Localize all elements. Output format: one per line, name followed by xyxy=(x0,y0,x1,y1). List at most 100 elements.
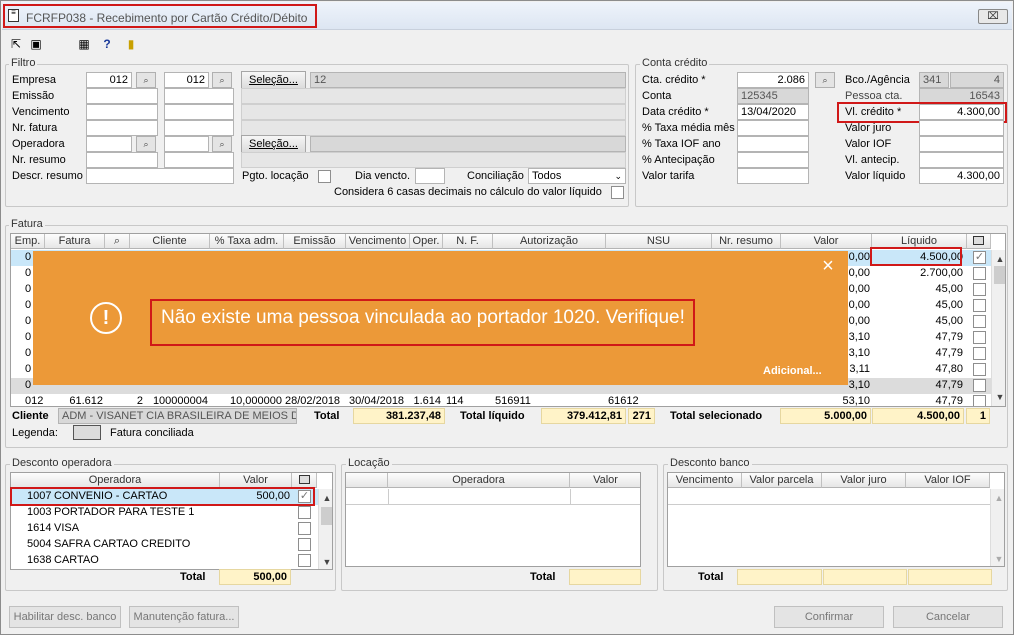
valor-juro-input[interactable] xyxy=(919,120,1004,136)
selecao-empresa-button[interactable]: Seleção... xyxy=(241,71,306,89)
col-nf[interactable]: N. F. xyxy=(443,234,493,249)
row-6-checkbox[interactable] xyxy=(973,331,986,344)
scroll-up-icon[interactable]: ▲ xyxy=(319,491,332,505)
operadora-scrollbar[interactable]: ▲ ▼ xyxy=(318,489,332,569)
row-9-checkbox[interactable] xyxy=(973,379,986,392)
row-3-checkbox[interactable] xyxy=(973,283,986,296)
col-oper[interactable]: Oper. xyxy=(410,234,443,249)
op-row-3-checkbox[interactable] xyxy=(298,522,311,535)
fatura-scrollbar[interactable]: ▲ ▼ xyxy=(991,250,1005,406)
nr-resumo-from-input[interactable] xyxy=(86,152,158,168)
legenda-label: Legenda: xyxy=(12,427,58,439)
confirmar-button[interactable]: Confirmar xyxy=(774,606,884,628)
col-operadora[interactable]: Operadora xyxy=(11,473,220,488)
banco-scrollbar[interactable]: ▲ ▼ xyxy=(990,489,1004,566)
help-icon[interactable]: ? xyxy=(100,37,114,51)
toast-close-icon[interactable]: × xyxy=(818,256,838,276)
windows-icon[interactable]: ▣ xyxy=(29,37,43,51)
col-select-all[interactable] xyxy=(967,234,991,249)
row-7-checkbox[interactable] xyxy=(973,347,986,360)
dia-vencto-input[interactable] xyxy=(415,168,445,184)
selecao-operadora-button[interactable]: Seleção... xyxy=(241,135,306,153)
col-valor-parcela[interactable]: Valor parcela xyxy=(742,473,822,488)
window-close-button[interactable]: ⌧ xyxy=(978,9,1008,24)
nr-resumo-to-input[interactable] xyxy=(164,152,234,168)
emissao-to-input[interactable] xyxy=(164,88,234,104)
empresa-to-lookup-button[interactable]: ⌕ xyxy=(212,72,232,88)
row-1-checkbox[interactable]: ✓ xyxy=(973,251,986,264)
col-emissao[interactable]: Emissão xyxy=(284,234,346,249)
operadora-from-lookup-button[interactable]: ⌕ xyxy=(136,136,156,152)
conciliacao-select[interactable]: Todos ⌄ xyxy=(528,168,626,184)
empresa-from-input[interactable]: 012 xyxy=(86,72,132,88)
scroll-down-icon[interactable]: ▼ xyxy=(319,555,332,569)
col-emp[interactable]: Emp. xyxy=(11,234,45,249)
col-select-all[interactable] xyxy=(292,473,317,488)
col-valor-juro[interactable]: Valor juro xyxy=(822,473,906,488)
row-4-checkbox[interactable] xyxy=(973,299,986,312)
col-vencimento[interactable]: Vencimento xyxy=(346,234,410,249)
valor-liquido-input[interactable]: 4.300,00 xyxy=(919,168,1004,184)
manutencao-fatura-button[interactable]: Manutenção fatura... xyxy=(129,606,239,628)
col-seq[interactable]: ⌕ xyxy=(105,234,130,249)
col-fatura[interactable]: Fatura xyxy=(45,234,105,249)
scroll-down-icon[interactable]: ▼ xyxy=(992,390,1005,404)
col-taxa-adm[interactable]: % Taxa adm. xyxy=(210,234,284,249)
valor-liquido-label: Valor líquido xyxy=(845,170,906,182)
row-5-checkbox[interactable] xyxy=(973,315,986,328)
antecipacao-input[interactable] xyxy=(737,152,809,168)
op-row-4-checkbox[interactable] xyxy=(298,538,311,551)
col-vencimento[interactable]: Vencimento xyxy=(668,473,742,488)
scroll-up-icon[interactable]: ▲ xyxy=(991,491,1004,505)
descr-resumo-input[interactable] xyxy=(86,168,234,184)
operadora-to-input[interactable] xyxy=(164,136,209,152)
row-8-checkbox[interactable] xyxy=(973,363,986,376)
considera-decimais-checkbox[interactable] xyxy=(611,186,624,199)
cancelar-button[interactable]: Cancelar xyxy=(893,606,1003,628)
operadora-from-input[interactable] xyxy=(86,136,132,152)
col-valor-iof[interactable]: Valor IOF xyxy=(906,473,990,488)
op-row-2-checkbox[interactable] xyxy=(298,506,311,519)
operadora-to-lookup-button[interactable]: ⌕ xyxy=(212,136,232,152)
col-nr-resumo[interactable]: Nr. resumo xyxy=(712,234,781,249)
vl-antecip-input[interactable] xyxy=(919,152,1004,168)
banco-empty-row[interactable] xyxy=(668,489,990,505)
cta-credito-lookup-button[interactable]: ⌕ xyxy=(815,72,835,88)
locacao-empty-row[interactable] xyxy=(346,489,640,505)
exit-door-icon[interactable]: ▮ xyxy=(124,37,138,51)
nr-fatura-from-input[interactable] xyxy=(86,120,158,136)
valor-tarifa-input[interactable] xyxy=(737,168,809,184)
col-valor[interactable]: Valor xyxy=(570,473,640,488)
vencimento-from-input[interactable] xyxy=(86,104,158,120)
emissao-from-input[interactable] xyxy=(86,88,158,104)
calendar-icon[interactable]: ▦ xyxy=(77,37,91,51)
valor-iof-input[interactable] xyxy=(919,136,1004,152)
row-10-checkbox[interactable] xyxy=(973,395,986,406)
op-row-3-nome: VISA xyxy=(54,522,80,534)
data-credito-input[interactable]: 13/04/2020 xyxy=(737,104,809,120)
empresa-from-lookup-button[interactable]: ⌕ xyxy=(136,72,156,88)
col-autorizacao[interactable]: Autorização xyxy=(493,234,606,249)
toast-adicional-link[interactable]: Adicional... xyxy=(763,365,822,377)
op-row-5-checkbox[interactable] xyxy=(298,554,311,567)
empresa-to-input[interactable]: 012 xyxy=(164,72,209,88)
scroll-down-icon[interactable]: ▼ xyxy=(991,552,1004,566)
col-operadora[interactable]: Operadora xyxy=(388,473,570,488)
nr-fatura-to-input[interactable] xyxy=(164,120,234,136)
banco-total-valor-juro xyxy=(823,569,907,585)
export-icon[interactable]: ⇱ xyxy=(9,37,23,51)
pgto-locacao-checkbox[interactable] xyxy=(318,170,331,183)
scroll-thumb[interactable] xyxy=(994,266,1005,284)
vencimento-to-input[interactable] xyxy=(164,104,234,120)
col-cliente[interactable]: Cliente xyxy=(130,234,210,249)
col-valor[interactable]: Valor xyxy=(781,234,872,249)
cta-credito-input[interactable]: 2.086 xyxy=(737,72,809,88)
col-nsu[interactable]: NSU xyxy=(606,234,712,249)
col-valor[interactable]: Valor xyxy=(220,473,292,488)
taxa-iof-input[interactable] xyxy=(737,136,809,152)
row-2-checkbox[interactable] xyxy=(973,267,986,280)
habilitar-desc-banco-button[interactable]: Habilitar desc. banco xyxy=(9,606,121,628)
scroll-up-icon[interactable]: ▲ xyxy=(992,252,1005,266)
scroll-thumb[interactable] xyxy=(321,507,332,525)
taxa-media-input[interactable] xyxy=(737,120,809,136)
